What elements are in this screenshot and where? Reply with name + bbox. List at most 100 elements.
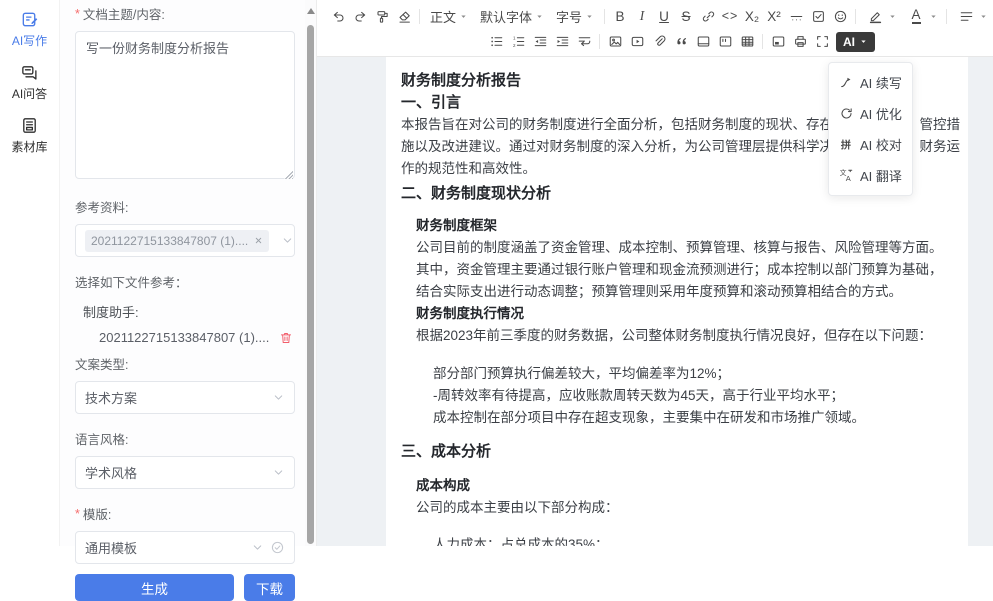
eraser-icon[interactable] (393, 5, 415, 27)
topic-input[interactable]: 写一份财务制度分析报告 (75, 31, 295, 179)
embed-icon[interactable] (767, 31, 789, 53)
print-icon[interactable] (789, 31, 811, 53)
format-painter-icon[interactable] (371, 5, 393, 27)
italic-button[interactable]: I (631, 5, 653, 27)
blockquote-icon[interactable] (670, 31, 692, 53)
toolbar-row-1: 正文默认字体字号 BIUS <>X₂X² A (327, 3, 993, 29)
ai-continue-menu-item[interactable]: AI 续写 (829, 67, 912, 98)
caret-down-icon (585, 12, 594, 21)
menu-item-label: AI 校对 (860, 135, 902, 154)
caret-down-icon (535, 12, 544, 21)
ai-write-icon (20, 10, 39, 29)
topic-label: * 文档主题/内容: (75, 4, 295, 23)
toolbar-separator (419, 9, 420, 24)
reference-file-row: 2021122715133847807 (1).... (99, 330, 293, 345)
menu-item-label: AI 优化 (860, 104, 902, 123)
editor-area: 正文默认字体字号 BIUS <>X₂X² A 12 AI 财务制度分析报告一、引言本报告… (316, 0, 993, 546)
editor-toolbar: 正文默认字体字号 BIUS <>X₂X² A 12 AI (317, 0, 993, 57)
remove-tag-icon[interactable] (254, 236, 263, 245)
generate-button[interactable]: 生成 (75, 574, 234, 601)
template-ok-icon (270, 540, 285, 555)
doc-type-select[interactable]: 技术方案 (75, 381, 295, 414)
doc-text-line: 成本控制在部分项目中存在超支现象，主要集中在研发和市场推广领域。 (401, 407, 960, 429)
inline-code-button[interactable]: <> (719, 5, 741, 27)
bullet-list-icon[interactable] (485, 31, 507, 53)
align-button[interactable] (951, 5, 992, 27)
undo-icon[interactable] (327, 5, 349, 27)
bold-button[interactable]: B (609, 5, 631, 27)
caret-down-icon (929, 12, 938, 21)
sidebar-item-ai-write[interactable]: AI写作 (12, 10, 47, 49)
ordered-list-icon[interactable]: 12 (507, 31, 529, 53)
required-asterisk: * (75, 507, 80, 521)
redo-icon[interactable] (349, 5, 371, 27)
highlight-pen-button[interactable] (860, 5, 901, 27)
ai-translate-menu-item[interactable]: 文A AI 翻译 (829, 160, 912, 191)
download-button[interactable]: 下载 (244, 574, 295, 601)
delete-file-icon[interactable] (279, 331, 293, 345)
sidebar-item-ai-qa[interactable]: AI问答 (12, 63, 47, 102)
toolbar-separator (946, 9, 947, 24)
image-icon[interactable] (604, 31, 626, 53)
ai-optimize-menu-item[interactable]: AI 优化 (829, 98, 912, 129)
attachment-icon[interactable] (648, 31, 670, 53)
svg-text:2: 2 (512, 43, 515, 48)
panel-scrollbar[interactable] (305, 0, 316, 546)
file-reference-label: 选择如下文件参考： (75, 272, 295, 291)
chevron-down-icon (272, 391, 285, 404)
sidebar-item-material-library[interactable]: 素材库 (11, 116, 47, 155)
scroll-up-arrow-icon[interactable] (307, 4, 315, 14)
ai-proofread-menu-item[interactable]: 拼 AI 校对 (829, 129, 912, 160)
superscript-button[interactable]: X² (763, 5, 785, 27)
doc-text-line: 公司目前的制度涵盖了资金管理、成本控制、预算管理、核算与报告、风险管理等方面。 (401, 237, 960, 259)
outdent-icon[interactable] (529, 31, 551, 53)
doc-type-label: 文案类型: (75, 354, 295, 373)
video-icon[interactable] (626, 31, 648, 53)
font-size-select[interactable]: 字号 (550, 7, 600, 26)
ai-dropdown-button[interactable]: AI (836, 32, 875, 52)
strikethrough-button[interactable]: S (675, 5, 697, 27)
font-color-button[interactable]: A (901, 5, 942, 27)
scrollbar-thumb[interactable] (307, 25, 314, 544)
doc-text-line: -周转效率有待提高，应收账款周转天数为45天，高于行业平均水平； (401, 385, 960, 407)
sidebar-item-label: 素材库 (11, 138, 47, 155)
menu-item-label: AI 翻译 (860, 166, 902, 185)
doc-heading: 成本构成 (401, 475, 960, 497)
ai-translate-icon: 文A (839, 168, 854, 183)
doc-text-fragment: 本报告旨在对公司的财务制度进行全面分析，包括财务制度的现状、存在 (401, 114, 833, 136)
doc-heading: 财务制度框架 (401, 215, 960, 237)
material-library-icon (20, 116, 39, 135)
code-block-icon[interactable] (714, 31, 736, 53)
caret-down-icon (888, 12, 897, 21)
reference-tag: 2021122715133847807 (1).... (85, 230, 269, 252)
emoji-icon[interactable] (829, 5, 851, 27)
reference-select[interactable]: 2021122715133847807 (1).... (75, 224, 295, 257)
subscript-button[interactable]: X₂ (741, 5, 763, 27)
paragraph-style-select[interactable]: 正文 (424, 7, 474, 26)
doc-text-fragment: 管控措 (920, 114, 961, 136)
paragraph-style-value: 正文 (430, 7, 456, 26)
template-label: * 模版: (75, 504, 295, 523)
toolbar-separator (762, 34, 763, 49)
language-style-select[interactable]: 学术风格 (75, 456, 295, 489)
chevron-down-icon (272, 466, 285, 479)
doc-text-line: 人力成本：占总成本的35%； (401, 534, 960, 546)
doc-text-fragment: 财务运 (920, 136, 961, 158)
link-icon[interactable] (697, 5, 719, 27)
editor-canvas: 财务制度分析报告一、引言本报告旨在对公司的财务制度进行全面分析，包括财务制度的现… (317, 57, 993, 546)
divider-icon[interactable] (692, 31, 714, 53)
indent-icon[interactable] (551, 31, 573, 53)
line-break-icon[interactable] (573, 31, 595, 53)
required-asterisk: * (75, 7, 80, 21)
ai-proofread-icon: 拼 (839, 137, 854, 152)
font-family-select[interactable]: 默认字体 (474, 7, 550, 26)
caret-down-icon (459, 12, 468, 21)
todo-checkbox-icon[interactable] (807, 5, 829, 27)
underline-button[interactable]: U (653, 5, 675, 27)
caret-down-icon (859, 37, 868, 46)
sidebar-item-label: AI写作 (12, 32, 47, 49)
table-icon[interactable] (736, 31, 758, 53)
template-select[interactable]: 通用模板 (75, 531, 295, 564)
fullscreen-icon[interactable] (811, 31, 833, 53)
horizontal-rule-icon[interactable] (785, 5, 807, 27)
